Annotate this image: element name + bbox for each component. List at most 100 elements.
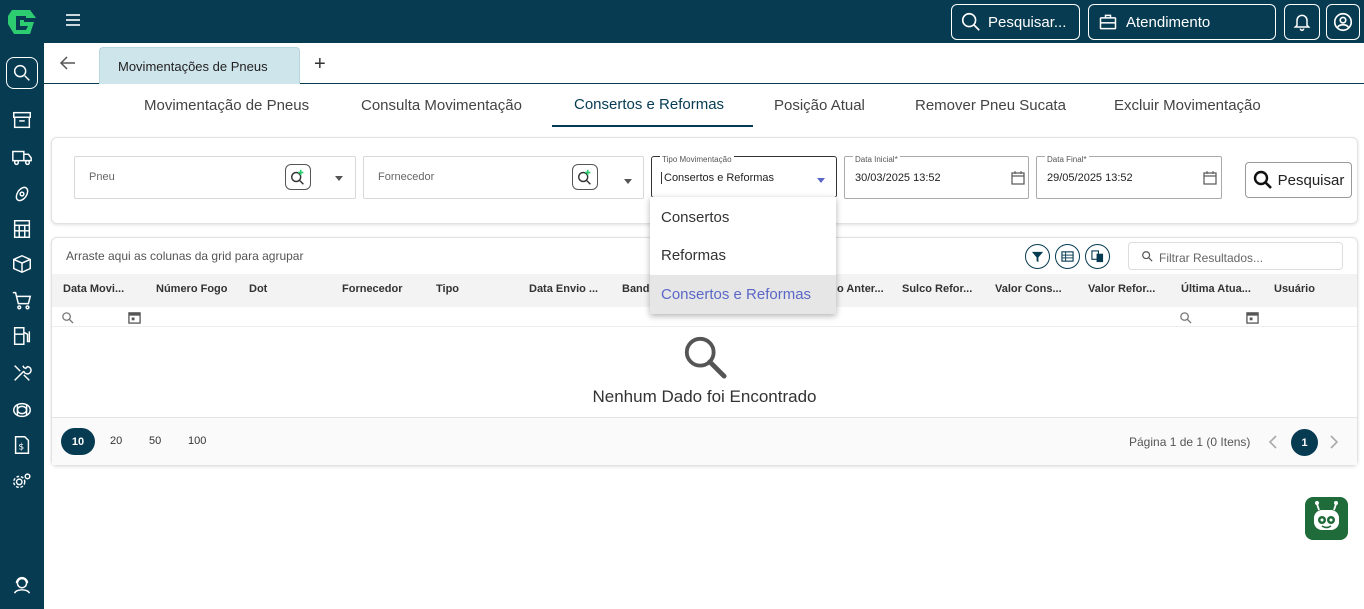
column-header[interactable]: Fornecedor (342, 283, 403, 295)
robot-icon (1314, 501, 1339, 530)
pager: 10 20 50 100 Página 1 de 1 (0 Itens) 1 (52, 417, 1357, 465)
dropdown-option-reformas[interactable]: Reformas (650, 236, 836, 275)
top-bar: Pesquisar... Atendimento (44, 0, 1364, 43)
tab-consulta-movimentacao[interactable]: Consulta Movimentação (361, 97, 522, 114)
fornecedor-field[interactable]: Fornecedor (363, 156, 644, 199)
add-tab-button[interactable]: + (314, 54, 326, 74)
fuel-icon[interactable] (6, 320, 38, 352)
active-tab-indicator (552, 125, 753, 127)
page-tab-label: Movimentações de Pneus (118, 58, 268, 74)
archive-icon[interactable] (6, 104, 38, 136)
column-chooser-icon[interactable] (1085, 244, 1110, 269)
data-final-value: 29/05/2025 13:52 (1047, 172, 1133, 184)
column-header[interactable]: Sulco Refor... (902, 283, 972, 295)
column-header[interactable]: Número Fogo (156, 283, 228, 295)
box-icon[interactable] (6, 248, 38, 280)
chevron-left-icon[interactable] (1268, 435, 1278, 449)
page-size-option[interactable]: 50 (149, 435, 161, 447)
tire-icon[interactable] (6, 178, 38, 210)
app-logo[interactable] (4, 4, 40, 40)
service-button[interactable]: Atendimento (1088, 4, 1276, 40)
page-info: Página 1 de 1 (0 Itens) (1129, 435, 1251, 449)
tab-excluir-movimentacao[interactable]: Excluir Movimentação (1114, 97, 1261, 114)
chevron-right-icon[interactable] (1329, 435, 1339, 449)
filter-funnel-icon[interactable] (1025, 244, 1050, 269)
fornecedor-placeholder: Fornecedor (378, 171, 435, 183)
chatbot-button[interactable] (1305, 497, 1348, 540)
tab-movimentacao-pneus[interactable]: Movimentação de Pneus (144, 97, 309, 114)
global-search-label: Pesquisar... (988, 13, 1067, 31)
pneu-lookup-icon[interactable] (285, 164, 311, 190)
page-size-option[interactable]: 100 (188, 435, 206, 447)
page-size-option[interactable]: 20 (110, 435, 122, 447)
column-header[interactable]: o Anter... (837, 283, 884, 295)
tab-consertos-reformas[interactable]: Consertos e Reformas (574, 96, 724, 113)
filter-results-input[interactable]: Filtrar Resultados... (1128, 242, 1343, 270)
search-icon[interactable] (6, 57, 38, 89)
tools-icon[interactable] (6, 357, 38, 389)
tab-remover-pneu-sucata[interactable]: Remover Pneu Sucata (915, 97, 1066, 114)
service-label: Atendimento (1126, 13, 1211, 31)
user-account-button[interactable] (1326, 4, 1360, 40)
search-icon (1142, 251, 1153, 262)
calendar-icon[interactable] (1246, 311, 1259, 324)
column-header[interactable]: Usuário (1274, 283, 1315, 295)
user-circle-icon (1333, 12, 1353, 32)
group-panel-hint[interactable]: Arraste aqui as colunas da grid para agr… (66, 249, 303, 263)
column-header[interactable]: Data Envio ... (529, 283, 598, 295)
tipo-dropdown-caret-icon[interactable] (817, 178, 825, 183)
tipo-movimentacao-dropdown: Consertos Reformas Consertos e Reformas (650, 197, 836, 314)
sub-tabs: Movimentação de Pneus Consulta Movimenta… (44, 84, 1364, 128)
tab-posicao-atual[interactable]: Posição Atual (774, 97, 865, 114)
calculator-icon[interactable] (6, 213, 38, 245)
tipo-movimentacao-value: Consertos e Reformas (661, 172, 774, 184)
column-header[interactable]: Valor Refor... (1088, 283, 1155, 295)
search-icon (1253, 170, 1272, 189)
finance-icon[interactable]: $ (6, 429, 38, 461)
pesquisar-button[interactable]: Pesquisar (1245, 162, 1352, 198)
notifications-button[interactable] (1284, 4, 1320, 40)
column-header[interactable]: Band (622, 283, 650, 295)
data-final-label: Data Final* (1045, 155, 1089, 164)
pneu-field[interactable]: Pneu (74, 156, 356, 199)
column-header[interactable]: Dot (249, 283, 267, 295)
global-search-button[interactable]: Pesquisar... (951, 4, 1080, 40)
search-icon[interactable] (61, 311, 74, 324)
fornecedor-lookup-icon[interactable] (572, 164, 598, 190)
data-inicial-label: Data Inicial* (853, 155, 900, 164)
calendar-icon[interactable] (1011, 171, 1025, 185)
cart-icon[interactable] (6, 284, 38, 316)
fornecedor-dropdown-caret-icon[interactable] (624, 179, 632, 184)
hamburger-menu-icon[interactable] (64, 11, 82, 29)
column-header[interactable]: Tipo (436, 283, 459, 295)
empty-state: Nenhum Dado foi Encontrado (52, 328, 1357, 416)
filter-results-placeholder: Filtrar Resultados... (1159, 251, 1264, 265)
column-header[interactable]: Última Atua... (1181, 283, 1251, 295)
page-tab-movimentacoes[interactable]: Movimentações de Pneus (99, 47, 300, 84)
pneu-dropdown-caret-icon[interactable] (335, 176, 343, 181)
export-excel-icon[interactable] (1055, 244, 1080, 269)
page-number-current[interactable]: 1 (1291, 429, 1318, 456)
dropdown-option-consertos[interactable]: Consertos (650, 198, 836, 237)
data-inicial-field[interactable]: Data Inicial* 30/03/2025 13:52 (844, 155, 1029, 199)
tipo-movimentacao-label: Tipo Movimentação (660, 155, 734, 164)
calendar-icon[interactable] (1203, 171, 1217, 185)
dropdown-option-consertos-e-reformas[interactable]: Consertos e Reformas (650, 275, 836, 314)
support-agent-icon[interactable] (6, 569, 38, 601)
pneu-placeholder: Pneu (89, 171, 115, 183)
column-header[interactable]: Valor Cons... (995, 283, 1062, 295)
settings-icon[interactable] (6, 465, 38, 497)
tipo-movimentacao-select[interactable]: Tipo Movimentação Consertos e Reformas (651, 155, 837, 198)
back-arrow-icon[interactable] (58, 53, 78, 73)
truck-icon[interactable] (6, 141, 38, 173)
data-final-field[interactable]: Data Final* 29/05/2025 13:52 (1036, 155, 1222, 199)
calendar-icon[interactable] (128, 311, 141, 324)
column-header[interactable]: Data Movi... (63, 283, 124, 295)
bell-icon (1293, 14, 1311, 32)
tires-stack-icon[interactable] (6, 394, 38, 426)
search-icon (961, 12, 980, 31)
search-icon[interactable] (1179, 311, 1192, 324)
page-size-option[interactable]: 10 (61, 428, 95, 455)
magnifier-icon (684, 336, 727, 379)
page-tabs-row: Movimentações de Pneus + (44, 43, 1364, 84)
